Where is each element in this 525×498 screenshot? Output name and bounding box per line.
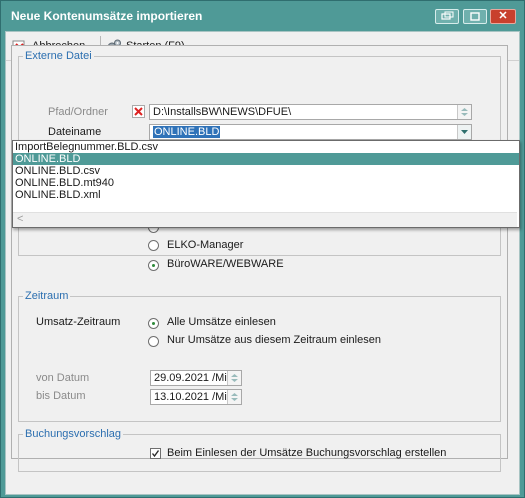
format-radio-bueroware[interactable] — [148, 260, 159, 271]
close-button[interactable]: ✕ — [490, 9, 516, 24]
format-label-bueroware: BüroWARE/WEBWARE — [167, 258, 284, 270]
from-date-value: 29.09.2021 /Mi — [154, 372, 227, 384]
checkmark-icon — [151, 450, 160, 458]
to-date-field[interactable]: 13.10.2021 /Mi — [150, 389, 242, 405]
booking-checkbox-label: Beim Einlesen der Umsätze Buchungsvorsch… — [167, 447, 447, 459]
path-value: D:\InstallsBW\NEWS\DFUE\ — [153, 106, 292, 118]
path-field[interactable]: D:\InstallsBW\NEWS\DFUE\ — [149, 104, 472, 120]
external-file-legend: Externe Datei — [25, 50, 92, 62]
path-spinner[interactable] — [457, 105, 471, 119]
to-date-value: 13.10.2021 /Mi — [154, 391, 227, 403]
to-date-label: bis Datum — [36, 390, 86, 402]
clear-icon — [134, 107, 143, 116]
period-option-range: Nur Umsätze aus diesem Zeitraum einlesen — [167, 334, 381, 346]
dropdown-horizontal-scrollbar[interactable]: < — [13, 212, 517, 227]
maximize-button[interactable] — [463, 9, 487, 24]
from-date-spinner[interactable] — [227, 371, 241, 385]
period-option-all: Alle Umsätze einlesen — [167, 316, 276, 328]
from-date-field[interactable]: 29.09.2021 /Mi — [150, 370, 242, 386]
dropdown-option[interactable]: ONLINE.BLD.mt940 — [13, 177, 519, 189]
path-label: Pfad/Ordner — [48, 106, 108, 118]
dropdown-option[interactable]: ONLINE.BLD.csv — [13, 165, 519, 177]
close-icon: ✕ — [498, 10, 508, 22]
filename-value: ONLINE.BLD — [153, 126, 221, 138]
chevron-down-icon — [461, 130, 468, 134]
dropdown-option[interactable]: ONLINE.BLD.xml — [13, 189, 519, 201]
period-legend: Zeitraum — [25, 290, 69, 302]
dialog-window: Neue Kontenumsätze importieren ✕ Abbrech… — [0, 0, 525, 498]
clear-path-button[interactable] — [132, 105, 145, 118]
period-radio-range[interactable] — [148, 336, 159, 347]
title-bar[interactable]: Neue Kontenumsätze importieren ✕ — [1, 1, 524, 31]
maximize-icon — [470, 12, 480, 21]
spinner-arrows-icon — [461, 108, 468, 116]
to-date-spinner[interactable] — [227, 390, 241, 404]
period-radio-all[interactable] — [148, 318, 159, 329]
window-title: Neue Kontenumsätze importieren — [11, 9, 203, 23]
period-label: Umsatz-Zeitraum — [36, 316, 121, 328]
filename-combobox[interactable]: ONLINE.BLD — [149, 124, 472, 140]
period-group: Zeitraum — [18, 290, 501, 422]
format-radio-elko[interactable] — [148, 240, 159, 251]
from-date-label: von Datum — [36, 372, 90, 384]
scroll-left-icon[interactable]: < — [17, 213, 23, 225]
restore-icon — [441, 11, 454, 20]
spinner-arrows-icon — [231, 393, 238, 401]
main-panel: Externe Datei Pfad/Ordner D:\InstallsBW\… — [11, 45, 508, 472]
filename-dropdown-list[interactable]: ImportBelegnummer.BLD.csv ONLINE.BLD ONL… — [12, 140, 520, 228]
restore-button[interactable] — [435, 9, 459, 24]
filename-label: Dateiname — [48, 126, 102, 138]
filename-dropdown-button[interactable] — [457, 125, 471, 139]
dropdown-option-selected[interactable]: ONLINE.BLD — [13, 153, 519, 165]
spinner-arrows-icon — [231, 374, 238, 382]
dropdown-option[interactable]: ImportBelegnummer.BLD.csv — [13, 141, 519, 153]
format-label-elko: ELKO-Manager — [167, 239, 244, 251]
booking-checkbox[interactable] — [150, 448, 161, 459]
booking-legend: Buchungsvorschlag — [25, 428, 122, 440]
